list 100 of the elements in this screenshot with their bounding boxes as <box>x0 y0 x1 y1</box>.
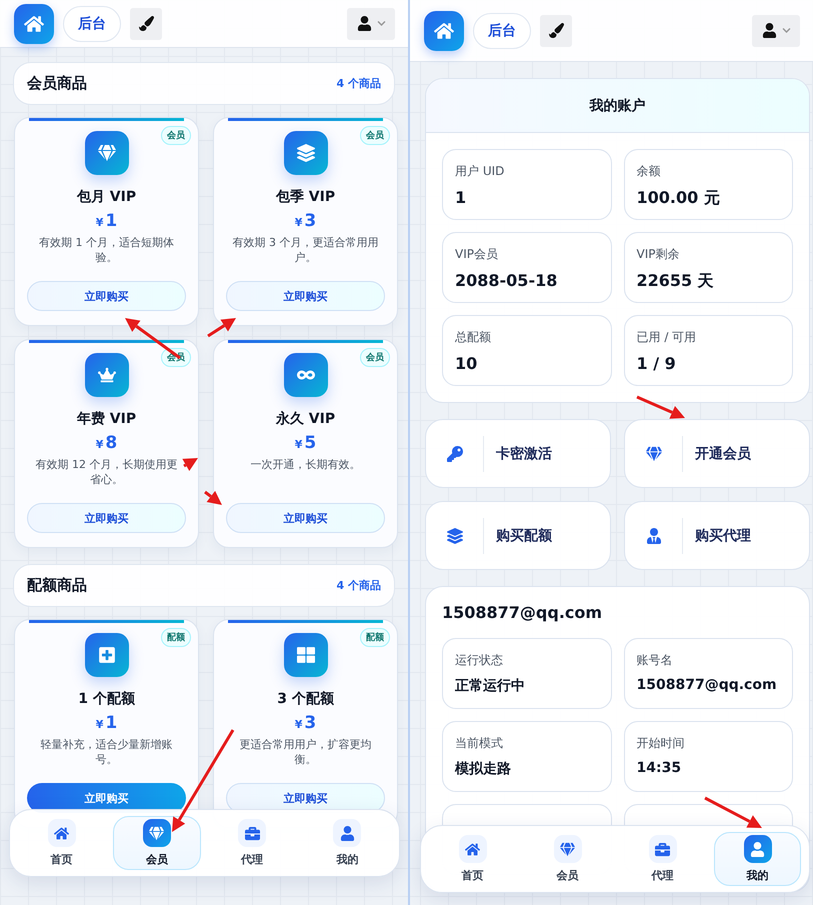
nav-tab[interactable]: 首页 <box>18 816 106 870</box>
user-icon <box>750 842 765 856</box>
home-icon <box>434 20 454 40</box>
nav-tab[interactable]: 会员 <box>524 832 611 886</box>
annotation-arrow <box>636 396 685 419</box>
stat-value: 模拟走路 <box>455 760 512 778</box>
home-button[interactable] <box>424 10 464 50</box>
product-description: 更适合常用用户，扩容更均衡。 <box>238 737 372 768</box>
product-price: ¥5 <box>294 433 316 453</box>
product-title: 3 个配额 <box>277 690 334 708</box>
card-title: 1508877@qq.com <box>441 602 604 622</box>
product-description: 一次开通，长期有效。 <box>250 457 360 473</box>
category-badge: 会员 <box>360 348 390 367</box>
nav-tab[interactable]: 我的 <box>304 816 391 870</box>
category-badge: 配额 <box>161 628 191 647</box>
stat-label: 当前模式 <box>455 735 504 752</box>
stat-value: 1508877@qq.com <box>636 677 778 693</box>
home-icon <box>24 14 44 34</box>
grid-icon <box>296 646 314 664</box>
stat-value: 100.00 元 <box>636 188 721 209</box>
product-price: ¥1 <box>96 211 118 231</box>
item-count: 4 个商品 <box>336 76 381 91</box>
stat-label: 账号名 <box>636 652 674 669</box>
stat-value: 22655 天 <box>636 271 715 292</box>
product-title: 年费 VIP <box>76 410 136 428</box>
stat-label: VIP会员 <box>455 246 499 263</box>
home-icon <box>465 842 480 856</box>
theme-button[interactable] <box>540 14 572 46</box>
briefcase-icon <box>244 826 260 840</box>
action-button[interactable]: 卡密激活 <box>425 419 611 488</box>
stat-value: 14:35 <box>636 760 682 776</box>
caret-icon <box>782 26 790 35</box>
annotation-arrow <box>204 490 222 505</box>
plus-icon <box>98 646 116 664</box>
buy-button[interactable]: 立即购买 <box>27 503 186 533</box>
buy-button[interactable]: 立即购买 <box>226 503 385 533</box>
stat-value: 正常运行中 <box>455 677 526 695</box>
product-description: 有效期 1 个月，适合短期体验。 <box>38 235 175 266</box>
nav-tab[interactable]: 代理 <box>619 832 706 886</box>
admin-button[interactable]: 后台 <box>63 6 121 42</box>
nav-tab[interactable]: 代理 <box>208 816 296 870</box>
layers-icon <box>296 144 314 162</box>
home-icon <box>54 826 70 840</box>
user-menu-button[interactable] <box>752 14 800 46</box>
brush-icon <box>548 23 564 38</box>
product-description: 轻量补充，适合少量新增账号。 <box>40 737 174 768</box>
diamond-icon <box>149 826 164 840</box>
buy-button[interactable]: 立即购买 <box>226 281 385 311</box>
category-badge: 会员 <box>161 126 191 145</box>
card-title: 我的账户 <box>426 79 809 133</box>
stat-value: 1 <box>455 188 468 207</box>
user-icon <box>356 16 372 31</box>
product-title: 包月 VIP <box>76 188 136 206</box>
section-title: 会员商品 <box>27 74 87 93</box>
category-badge: 配额 <box>360 628 390 647</box>
nav-tab[interactable]: 会员 <box>113 816 200 870</box>
stat-label: 运行状态 <box>455 652 504 669</box>
product-price: ¥3 <box>294 713 316 733</box>
user-menu-button[interactable] <box>347 8 395 40</box>
crown-icon <box>98 366 116 384</box>
admin-button[interactable]: 后台 <box>473 12 531 48</box>
stat-value: 10 <box>455 354 478 373</box>
buy-button[interactable]: 立即购买 <box>27 281 186 311</box>
action-button[interactable]: 购买代理 <box>624 501 810 570</box>
briefcase-icon <box>655 842 670 856</box>
annotation-arrow <box>182 458 198 472</box>
annotation-arrow <box>704 796 762 828</box>
stat-label: VIP剩余 <box>636 246 680 263</box>
stat-label: 已用 / 可用 <box>636 329 698 346</box>
product-title: 包季 VIP <box>276 188 336 206</box>
brush-icon <box>138 16 154 31</box>
section-title: 配额商品 <box>27 576 87 595</box>
caret-icon <box>376 19 386 28</box>
product-title: 1 个配额 <box>78 690 135 708</box>
stat-label: 开始时间 <box>636 735 686 752</box>
user-icon <box>340 826 355 840</box>
product-title: 永久 VIP <box>276 410 336 428</box>
annotation-arrow <box>207 318 236 338</box>
product-price: ¥8 <box>96 433 118 453</box>
diamond-icon <box>98 144 116 162</box>
action-button[interactable]: 开通会员 <box>624 419 810 488</box>
home-button[interactable] <box>14 4 54 44</box>
nav-tab[interactable]: 首页 <box>429 832 516 886</box>
stat-label: 总配额 <box>455 329 492 346</box>
diamond-icon <box>560 842 575 856</box>
stat-label: 余额 <box>636 163 662 180</box>
item-count: 4 个商品 <box>336 578 381 593</box>
product-description: 有效期 3 个月，更适合常用用户。 <box>232 235 380 266</box>
product-price: ¥3 <box>294 211 316 231</box>
key-icon <box>446 446 462 462</box>
action-button[interactable]: 购买配额 <box>425 501 611 570</box>
stat-value: 1 / 9 <box>636 354 677 373</box>
stat-value: 2088-05-18 <box>455 271 558 290</box>
layers-icon <box>446 528 462 544</box>
category-badge: 会员 <box>360 126 390 145</box>
user-icon <box>762 23 776 38</box>
nav-tab[interactable]: 我的 <box>714 832 801 886</box>
product-price: ¥1 <box>96 713 118 733</box>
person-icon <box>646 528 662 544</box>
theme-button[interactable] <box>130 8 162 40</box>
